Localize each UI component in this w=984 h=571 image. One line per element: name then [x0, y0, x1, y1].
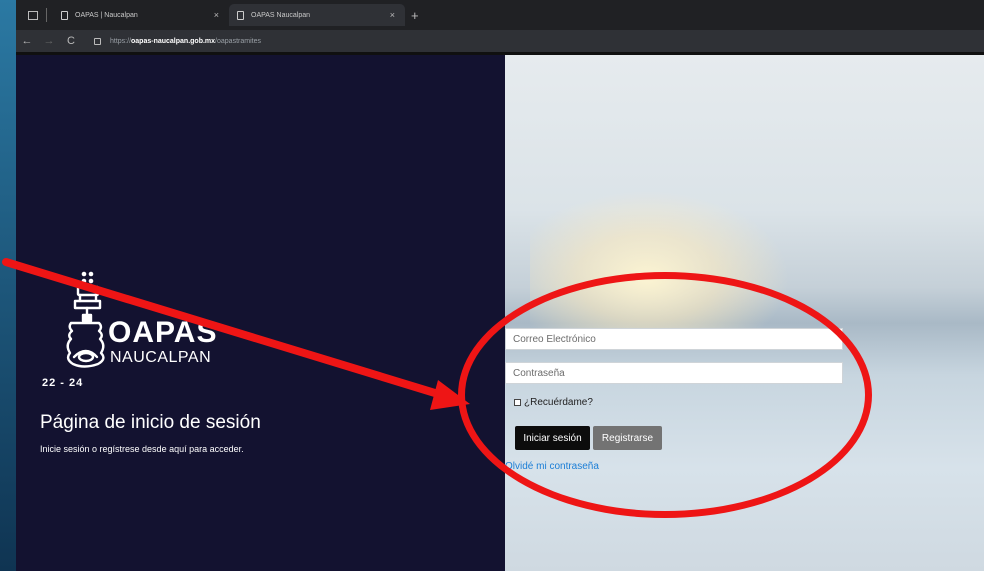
- annotation-arrow-icon: [2, 258, 470, 410]
